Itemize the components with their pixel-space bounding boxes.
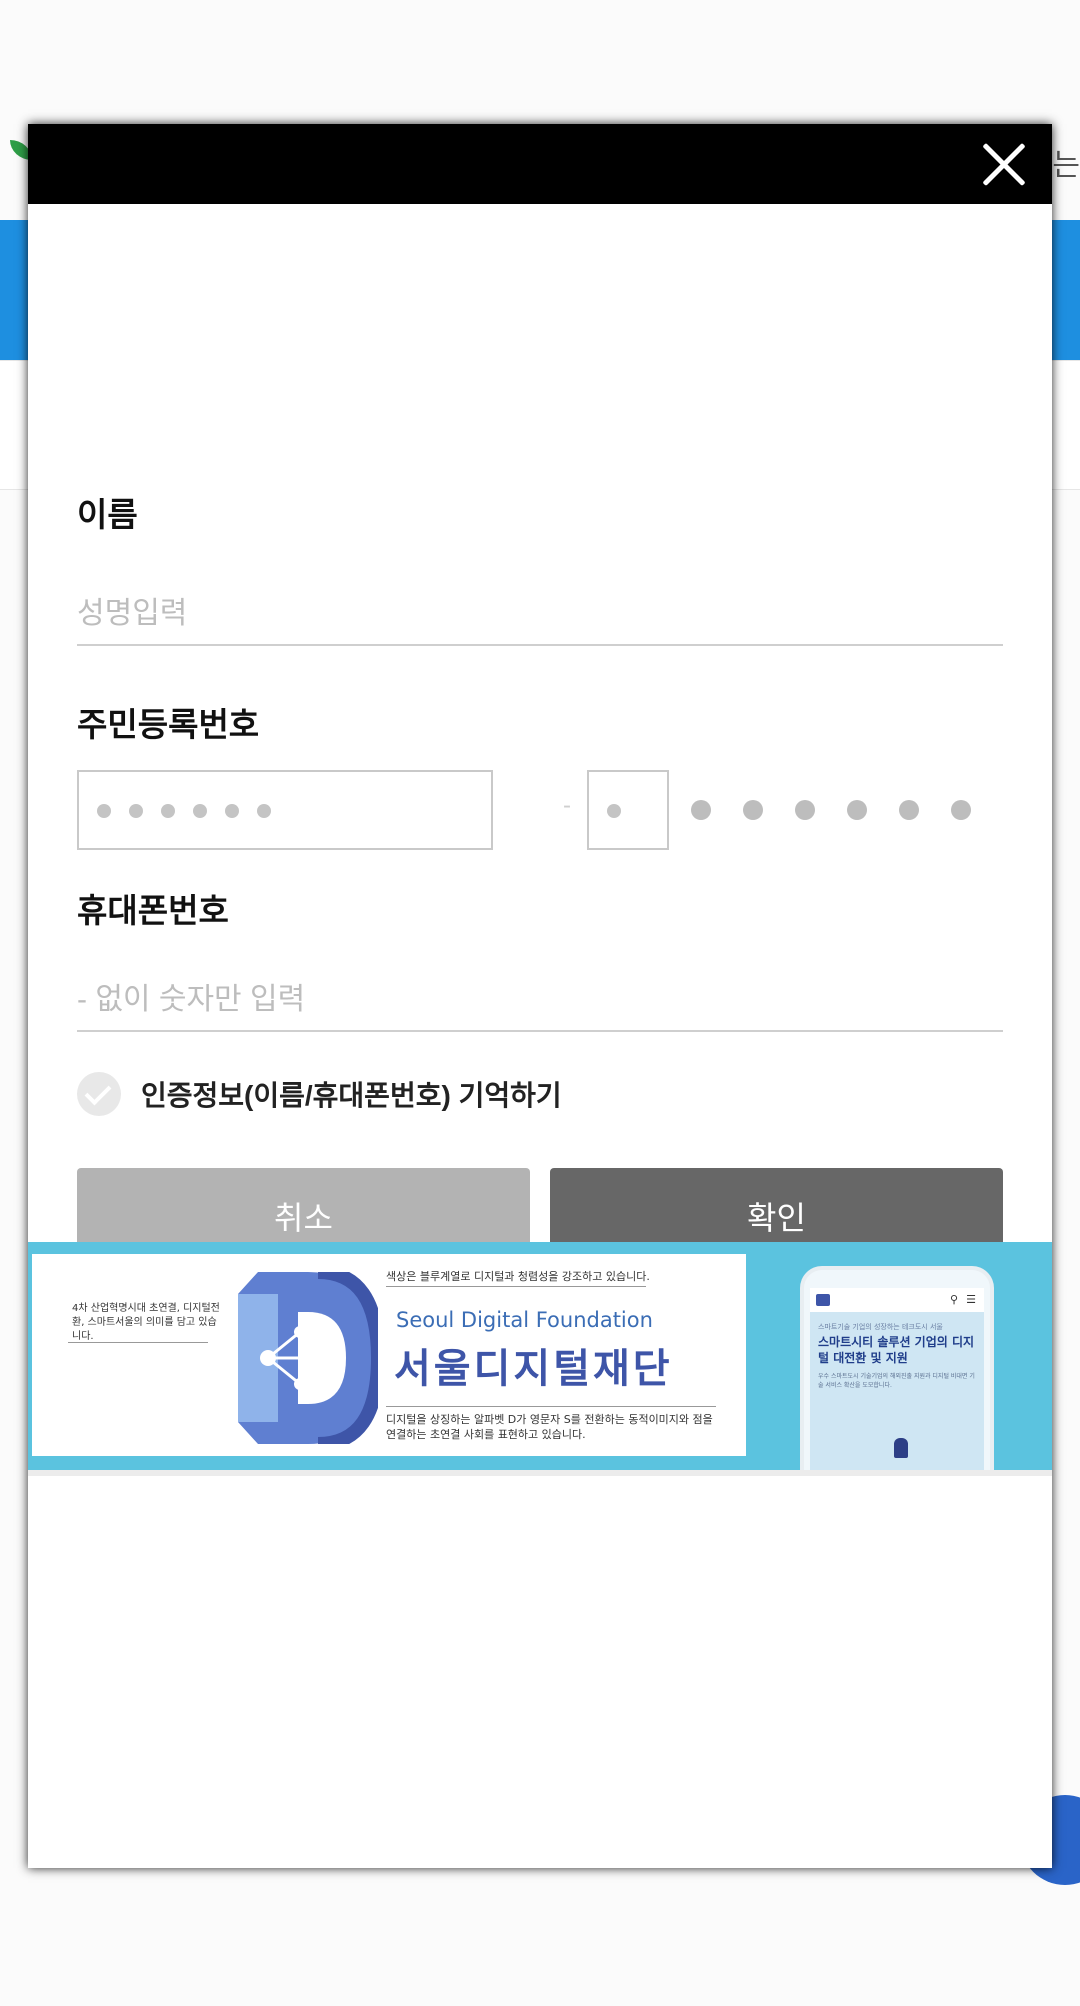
phone-header: ⚲ ☰ bbox=[810, 1288, 984, 1312]
banner-name-en: Seoul Digital Foundation bbox=[396, 1308, 653, 1332]
banner-logo-panel: 4차 산업혁명시대 초연결, 디지털전환, 스마트서울의 의미를 담고 있습니다… bbox=[32, 1254, 746, 1456]
rrn-back-first-digit-input[interactable] bbox=[587, 770, 669, 850]
phone-description: 우수 스마트도시 기술기업의 해외진출 지원과 디지털 비대면 기술 서비스 확… bbox=[818, 1373, 975, 1389]
close-icon[interactable] bbox=[978, 138, 1030, 190]
banner-bottom-caption: 디지털을 상징하는 알파벳 D가 영문자 S를 전환하는 동적이미지와 점을 연… bbox=[386, 1413, 713, 1441]
modal-header bbox=[28, 124, 1052, 204]
rrn-back-hidden-dots bbox=[691, 800, 1003, 820]
banner-divider bbox=[68, 1342, 208, 1343]
banner-left-text: 4차 산업혁명시대 초연결, 디지털전환, 스마트서울의 의미를 담고 있습니다… bbox=[72, 1303, 220, 1342]
phone-input[interactable] bbox=[77, 970, 1003, 1032]
phone-title: 스마트시티 솔루션 기업의 디지털 대전환 및 지원 bbox=[818, 1335, 975, 1365]
foundation-logo-icon bbox=[238, 1272, 378, 1444]
rrn-back-first-digit-mask bbox=[607, 804, 639, 818]
rrn-separator: - bbox=[563, 792, 571, 819]
search-icon: ⚲ bbox=[949, 1293, 958, 1306]
banner-top-caption: 색상은 블루계열로 디지털과 청렴성을 강조하고 있습니다. bbox=[386, 1270, 650, 1283]
name-label: 이름 bbox=[77, 496, 138, 533]
banner-divider bbox=[386, 1406, 716, 1407]
banner-divider bbox=[386, 1286, 646, 1287]
phone-logo-icon bbox=[816, 1294, 830, 1306]
remember-label: 인증정보(이름/휴대폰번호) 기억하기 bbox=[141, 1080, 562, 1111]
promo-banner[interactable]: 4차 산업혁명시대 초연결, 디지털전환, 스마트서울의 의미를 담고 있습니다… bbox=[28, 1242, 1052, 1474]
banner-bottom-border bbox=[28, 1470, 1052, 1476]
remember-toggle[interactable]: 인증정보(이름/휴대폰번호) 기억하기 bbox=[77, 1072, 562, 1116]
phone-screen: ⚲ ☰ 스마트기술 기업의 성장하는 테크도시 서울 스마트시티 솔루션 기업의… bbox=[810, 1288, 984, 1474]
auth-modal: 이름 주민등록번호 - 휴대폰번호 인증정보(이름/휴대폰번호) 기억하기 취소… bbox=[28, 124, 1052, 1868]
rrn-front-mask bbox=[97, 804, 289, 818]
phone-small-text: 스마트기술 기업의 성장하는 테크도시 서울 bbox=[818, 1323, 943, 1331]
phone-figure-icon bbox=[894, 1438, 908, 1458]
rrn-label: 주민등록번호 bbox=[77, 706, 260, 743]
background-header-text: 는 bbox=[1052, 149, 1080, 182]
rrn-front-input[interactable] bbox=[77, 770, 493, 850]
phone-label: 휴대폰번호 bbox=[77, 892, 229, 929]
phone-mockup-image: ⚲ ☰ 스마트기술 기업의 성장하는 테크도시 서울 스마트시티 솔루션 기업의… bbox=[800, 1266, 994, 1474]
name-input[interactable] bbox=[77, 584, 1003, 646]
banner-name-ko: 서울디지털재단 bbox=[394, 1346, 673, 1392]
menu-icon: ☰ bbox=[966, 1293, 976, 1306]
check-icon[interactable] bbox=[77, 1072, 121, 1116]
